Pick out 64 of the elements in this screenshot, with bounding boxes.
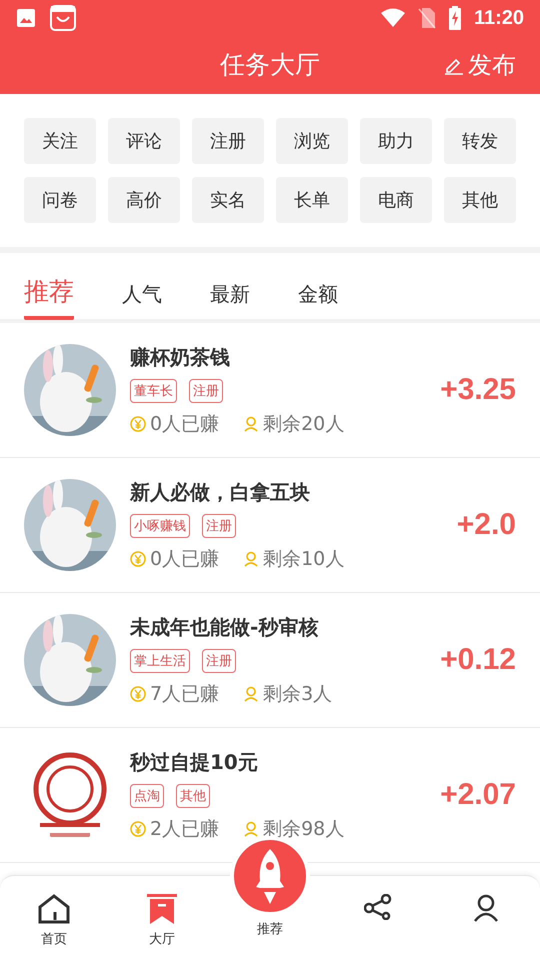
earned-count: 0人已赚: [150, 546, 220, 572]
category-button[interactable]: 浏览: [276, 118, 348, 164]
nav-item[interactable]: 大厅: [108, 876, 216, 960]
wifi-icon: [380, 8, 406, 28]
tab[interactable]: 人气: [122, 263, 162, 320]
reward-amount: +3.25: [440, 373, 516, 407]
task-title: 新人必做，白拿五块: [130, 478, 311, 506]
earned-count: 7人已赚: [150, 682, 220, 706]
rocket-icon: [255, 848, 285, 904]
status-time: 11:20: [474, 6, 524, 30]
remaining-count: 剩余10人: [263, 546, 344, 572]
tab[interactable]: 金额: [298, 263, 338, 320]
category-button[interactable]: 评论: [108, 118, 180, 164]
tag: 点淘: [130, 784, 164, 808]
page-title: 任务大厅: [220, 48, 320, 80]
category-button[interactable]: 长单: [276, 177, 348, 223]
person-icon: [243, 550, 260, 566]
category-button[interactable]: 高价: [108, 177, 180, 223]
category-button[interactable]: 助力: [360, 118, 432, 164]
reward-amount: +2.0: [456, 508, 516, 542]
shopping-bag-icon: [50, 5, 76, 31]
publish-button[interactable]: 发布: [444, 49, 516, 81]
tag: 注册: [202, 648, 236, 672]
image-icon: [16, 8, 36, 28]
remaining-count: 剩余20人: [263, 412, 344, 436]
person-icon: [243, 820, 260, 836]
person-icon: [243, 416, 260, 432]
remaining-count: 剩余3人: [263, 682, 332, 706]
tab[interactable]: 最新: [210, 263, 250, 320]
earned-count: 0人已赚: [150, 412, 220, 436]
user-icon: [473, 894, 499, 922]
no-sim-icon: [418, 7, 436, 29]
category-button[interactable]: 转发: [444, 118, 516, 164]
remaining-count: 剩余98人: [263, 816, 344, 842]
task-title: 秒过自提10元: [130, 748, 259, 776]
category-button[interactable]: 实名: [192, 177, 264, 223]
coin-icon: [130, 686, 146, 702]
home-icon: [38, 894, 70, 924]
tag: 其他: [176, 784, 210, 808]
coin-icon: [130, 550, 146, 566]
nav-item[interactable]: 推荐: [255, 916, 285, 938]
category-button[interactable]: 电商: [360, 177, 432, 223]
reward-amount: +2.07: [440, 778, 516, 812]
tag: 董车长: [130, 378, 177, 402]
category-button[interactable]: 其他: [444, 177, 516, 223]
task-title: 赚杯奶茶钱: [130, 344, 231, 370]
reward-amount: +0.12: [440, 643, 516, 677]
tag: 掌上生活: [130, 648, 190, 672]
category-button[interactable]: 问卷: [24, 177, 96, 223]
bookmark-icon: [147, 894, 177, 924]
tag: 注册: [202, 514, 236, 538]
nav-item[interactable]: 首页: [0, 876, 108, 960]
battery-charging-icon: [448, 6, 462, 30]
coin-icon: [130, 416, 146, 432]
category-button[interactable]: 关注: [24, 118, 96, 164]
person-icon: [243, 686, 260, 702]
tag: 小啄赚钱: [130, 514, 190, 538]
tag: 注册: [189, 378, 223, 402]
category-button[interactable]: 注册: [192, 118, 264, 164]
task-title: 未成年也能做-秒审核: [130, 614, 320, 640]
coin-icon: [130, 820, 146, 836]
share-icon: [364, 894, 392, 920]
tab[interactable]: 推荐: [24, 263, 74, 320]
earned-count: 2人已赚: [150, 816, 220, 842]
